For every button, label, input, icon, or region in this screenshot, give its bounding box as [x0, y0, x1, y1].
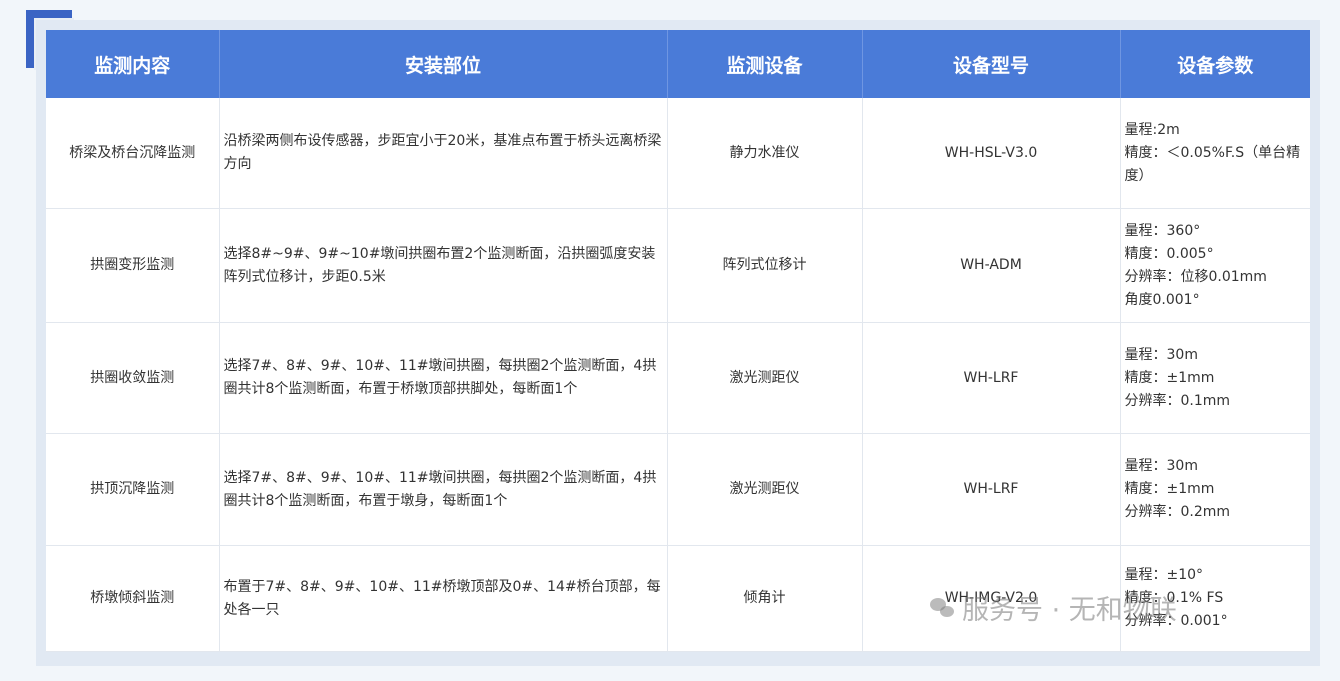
param-line: 量程：30m: [1124, 346, 1198, 363]
header-content: 监测内容: [46, 30, 220, 98]
cell-device: 倾角计: [667, 545, 863, 652]
param-line: 角度0.001°: [1124, 291, 1200, 308]
cell-location: 选择7#、8#、9#、10#、11#墩间拱圈，每拱圈2个监测断面，4拱圈共计8个…: [219, 322, 668, 434]
table-row: 桥梁及桥台沉降监测 沿桥梁两侧布设传感器，步距宜小于20米，基准点布置于桥头远离…: [46, 98, 1310, 209]
cell-location: 选择8#~9#、9#~10#墩间拱圈布置2个监测断面，沿拱圈弧度安装阵列式位移计…: [219, 208, 668, 323]
param-line: 量程：30m: [1124, 458, 1198, 474]
cell-content: 桥墩倾斜监测: [46, 545, 220, 652]
param-line: 精度：±1mm: [1124, 481, 1215, 497]
cell-content: 拱顶沉降监测: [46, 433, 220, 546]
cell-model: WH-HSL-V3.0: [862, 98, 1121, 209]
param-line: 分辨率：0.001°: [1124, 613, 1228, 629]
param-line: 分辨率：位移0.01mm: [1124, 268, 1267, 285]
cell-params: 量程：30m 精度：±1mm 分辨率：0.1mm: [1120, 322, 1310, 434]
cell-model: WH-LRF: [862, 433, 1121, 546]
table-row: 拱圈变形监测 选择8#~9#、9#~10#墩间拱圈布置2个监测断面，沿拱圈弧度安…: [46, 208, 1310, 323]
cell-params: 量程:2m 精度：＜0.05%F.S（单台精度）: [1120, 98, 1310, 209]
cell-device: 静力水准仪: [667, 98, 863, 209]
param-line: 精度：0.005°: [1124, 245, 1214, 262]
param-line: 分辨率：0.1mm: [1124, 392, 1231, 409]
cell-params: 量程：±10° 精度：0.1% FS 分辨率：0.001°: [1120, 545, 1310, 652]
table-row: 拱顶沉降监测 选择7#、8#、9#、10#、11#墩间拱圈，每拱圈2个监测断面，…: [46, 433, 1310, 546]
param-line: 量程：±10°: [1124, 567, 1204, 583]
cell-device: 激光测距仪: [667, 322, 863, 434]
cell-content: 桥梁及桥台沉降监测: [46, 98, 220, 209]
table-row: 拱圈收敛监测 选择7#、8#、9#、10#、11#墩间拱圈，每拱圈2个监测断面，…: [46, 322, 1310, 434]
header-params: 设备参数: [1120, 30, 1310, 98]
cell-model: WH-IMG-V2.0: [862, 545, 1121, 652]
cell-params: 量程：360° 精度：0.005° 分辨率：位移0.01mm 角度0.001°: [1120, 208, 1310, 323]
cell-model: WH-LRF: [862, 322, 1121, 434]
param-line: 量程:2m: [1124, 121, 1180, 138]
param-line: 精度：＜0.05%F.S（单台精度）: [1124, 144, 1301, 184]
cell-content: 拱圈收敛监测: [46, 322, 220, 434]
header-device: 监测设备: [667, 30, 863, 98]
param-line: 精度：0.1% FS: [1124, 590, 1224, 606]
param-line: 精度：±1mm: [1124, 369, 1215, 386]
cell-location: 沿桥梁两侧布设传感器，步距宜小于20米，基准点布置于桥头远离桥梁方向: [219, 98, 668, 209]
table-frame: 监测内容 安装部位 监测设备 设备型号 设备参数 桥梁及桥台沉降监测 沿桥梁两侧…: [36, 20, 1320, 666]
cell-location: 布置于7#、8#、9#、10#、11#桥墩顶部及0#、14#桥台顶部，每处各一只: [219, 545, 668, 652]
table-header-row: 监测内容 安装部位 监测设备 设备型号 设备参数: [46, 30, 1310, 98]
param-line: 分辨率：0.2mm: [1124, 504, 1231, 520]
table-row: 桥墩倾斜监测 布置于7#、8#、9#、10#、11#桥墩顶部及0#、14#桥台顶…: [46, 545, 1310, 652]
cell-location: 选择7#、8#、9#、10#、11#墩间拱圈，每拱圈2个监测断面，4拱圈共计8个…: [219, 433, 668, 546]
cell-device: 阵列式位移计: [667, 208, 863, 323]
cell-content: 拱圈变形监测: [46, 208, 220, 323]
cell-params: 量程：30m 精度：±1mm 分辨率：0.2mm: [1120, 433, 1310, 546]
param-line: 量程：360°: [1124, 222, 1201, 239]
header-model: 设备型号: [862, 30, 1121, 98]
monitoring-table: 监测内容 安装部位 监测设备 设备型号 设备参数 桥梁及桥台沉降监测 沿桥梁两侧…: [46, 30, 1310, 652]
cell-model: WH-ADM: [862, 208, 1121, 323]
cell-device: 激光测距仪: [667, 433, 863, 546]
header-location: 安装部位: [219, 30, 668, 98]
